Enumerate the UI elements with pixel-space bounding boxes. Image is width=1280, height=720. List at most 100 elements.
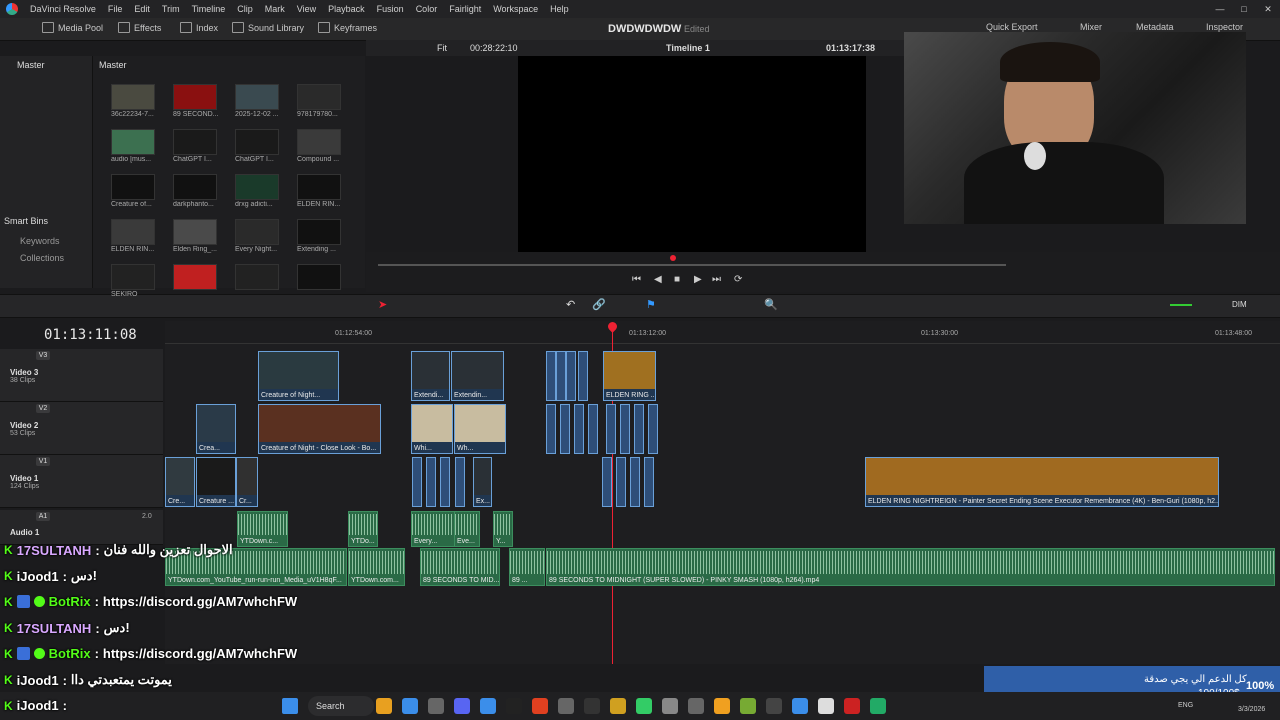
taskbar-app-icon[interactable] bbox=[610, 698, 626, 714]
audio-clip[interactable]: Eve... bbox=[454, 511, 480, 547]
video-clip[interactable]: Crea... bbox=[196, 404, 236, 454]
menu-trim[interactable]: Trim bbox=[156, 4, 186, 14]
taskbar-app-icon[interactable] bbox=[402, 698, 418, 714]
video-clip[interactable]: Extendi... bbox=[411, 351, 450, 401]
zoom-fit-select[interactable]: Fit bbox=[437, 43, 447, 53]
video-clip[interactable] bbox=[578, 351, 588, 401]
taskbar-app-icon[interactable] bbox=[584, 698, 600, 714]
video-clip[interactable] bbox=[644, 457, 654, 507]
minimize-icon[interactable]: — bbox=[1208, 0, 1232, 18]
pool-clip-thumbnail[interactable] bbox=[111, 129, 155, 155]
taskbar-app-icon[interactable] bbox=[870, 698, 886, 714]
index-button[interactable]: Index bbox=[180, 22, 218, 33]
menu-file[interactable]: File bbox=[102, 4, 129, 14]
video-clip[interactable] bbox=[602, 457, 612, 507]
pool-clip-thumbnail[interactable] bbox=[297, 84, 341, 110]
menu-mark[interactable]: Mark bbox=[259, 4, 291, 14]
taskbar-app-icon[interactable] bbox=[714, 698, 730, 714]
flag-icon[interactable]: ⚑ bbox=[646, 298, 656, 311]
video-clip[interactable] bbox=[574, 404, 584, 454]
play-reverse-icon[interactable]: ◀ bbox=[654, 274, 662, 285]
track-header-v3[interactable]: V3 Video 3 38 Clips bbox=[0, 349, 163, 402]
scrub-playhead[interactable] bbox=[670, 255, 676, 261]
menu-clip[interactable]: Clip bbox=[231, 4, 259, 14]
taskbar-app-icon[interactable] bbox=[428, 698, 444, 714]
pool-clip-thumbnail[interactable] bbox=[235, 129, 279, 155]
link-icon[interactable]: 🔗 bbox=[592, 298, 606, 311]
mixer-button[interactable]: Mixer bbox=[1080, 22, 1102, 32]
video-clip[interactable] bbox=[634, 404, 644, 454]
menu-view[interactable]: View bbox=[291, 4, 322, 14]
taskbar-app-icon[interactable] bbox=[844, 698, 860, 714]
media-pool-button[interactable]: Media Pool bbox=[42, 22, 103, 33]
track-header-a1[interactable]: A1 Audio 1 2.0 bbox=[0, 510, 163, 545]
video-clip[interactable]: Creature of Night - Close Look - Bo... bbox=[258, 404, 381, 454]
audio-clip[interactable]: YTDown.com... bbox=[348, 548, 405, 586]
language-indicator[interactable]: ENG bbox=[1178, 702, 1193, 709]
audio-clip[interactable]: 89 ... bbox=[509, 548, 545, 586]
menu-color[interactable]: Color bbox=[410, 4, 444, 14]
menu-fusion[interactable]: Fusion bbox=[371, 4, 410, 14]
video-clip[interactable] bbox=[566, 351, 576, 401]
timeline-name-select[interactable]: Timeline 1 bbox=[666, 43, 710, 53]
taskbar-app-icon[interactable] bbox=[532, 698, 548, 714]
audio-clip[interactable]: Every... bbox=[411, 511, 455, 547]
taskbar-app-icon[interactable] bbox=[636, 698, 652, 714]
menu-help[interactable]: Help bbox=[544, 4, 575, 14]
pool-clip-thumbnail[interactable] bbox=[235, 219, 279, 245]
taskbar-app-icon[interactable] bbox=[818, 698, 834, 714]
pool-clip-thumbnail[interactable] bbox=[297, 174, 341, 200]
windows-start-icon[interactable] bbox=[282, 698, 298, 714]
video-clip[interactable] bbox=[546, 404, 556, 454]
video-clip[interactable] bbox=[620, 404, 630, 454]
video-clip[interactable]: Ex... bbox=[473, 457, 492, 507]
scrub-bar[interactable] bbox=[378, 264, 1006, 266]
stop-icon[interactable]: ■ bbox=[674, 274, 680, 285]
video-clip[interactable] bbox=[616, 457, 626, 507]
video-clip[interactable] bbox=[560, 404, 570, 454]
taskbar-app-icon[interactable] bbox=[740, 698, 756, 714]
loop-icon[interactable]: ⟳ bbox=[734, 274, 742, 285]
taskbar-app-icon[interactable] bbox=[792, 698, 808, 714]
audio-clip[interactable]: YTDo... bbox=[348, 511, 378, 547]
track-header-v2[interactable]: V2 Video 2 53 Clips bbox=[0, 402, 163, 455]
video-clip[interactable] bbox=[455, 457, 465, 507]
maximize-icon[interactable]: □ bbox=[1232, 0, 1256, 18]
menu-edit[interactable]: Edit bbox=[128, 4, 156, 14]
keywords-bin[interactable]: Keywords bbox=[20, 236, 60, 246]
video-clip[interactable] bbox=[556, 351, 566, 401]
video-clip[interactable] bbox=[412, 457, 422, 507]
video-clip[interactable] bbox=[546, 351, 556, 401]
taskbar-app-icon[interactable] bbox=[662, 698, 678, 714]
taskbar-app-icon[interactable] bbox=[506, 698, 522, 714]
pool-clip-thumbnail[interactable] bbox=[173, 129, 217, 155]
taskbar-app-icon[interactable] bbox=[454, 698, 470, 714]
pool-clip-thumbnail[interactable] bbox=[111, 219, 155, 245]
pool-clip-thumbnail[interactable] bbox=[297, 219, 341, 245]
menu-playback[interactable]: Playback bbox=[322, 4, 371, 14]
pool-clip-thumbnail[interactable] bbox=[111, 174, 155, 200]
video-clip[interactable]: Cr... bbox=[236, 457, 258, 507]
pool-clip-thumbnail[interactable] bbox=[173, 264, 217, 290]
video-clip[interactable] bbox=[606, 404, 616, 454]
track-header-v1[interactable]: V1 Video 1 124 Clips bbox=[0, 455, 163, 508]
pool-clip-thumbnail[interactable] bbox=[297, 129, 341, 155]
skip-end-icon[interactable]: ⏭ bbox=[712, 274, 721, 285]
play-icon[interactable]: ▶ bbox=[694, 274, 702, 285]
audio-clip[interactable]: 89 SECONDS TO MIDNIGHT (SUPER SLOWED) - … bbox=[546, 548, 1275, 586]
audio-clip[interactable]: Y... bbox=[493, 511, 513, 547]
pool-clip-thumbnail[interactable] bbox=[111, 84, 155, 110]
collections-bin[interactable]: Collections bbox=[20, 253, 64, 263]
video-clip[interactable]: Creature of Night... bbox=[258, 351, 339, 401]
pool-clip-thumbnail[interactable] bbox=[235, 264, 279, 290]
timeline-ruler[interactable]: 01:12:54:00 01:13:12:00 01:13:30:00 01:1… bbox=[165, 321, 1280, 344]
audio-clip[interactable]: YTDown.c... bbox=[237, 511, 288, 547]
sound-library-button[interactable]: Sound Library bbox=[232, 22, 304, 33]
menu-workspace[interactable]: Workspace bbox=[487, 4, 544, 14]
effects-button[interactable]: Effects bbox=[118, 22, 161, 33]
pool-clip-thumbnail[interactable] bbox=[235, 174, 279, 200]
taskbar-app-icon[interactable] bbox=[558, 698, 574, 714]
video-clip[interactable] bbox=[426, 457, 436, 507]
quick-export-button[interactable]: Quick Export bbox=[986, 22, 1038, 32]
video-viewer[interactable] bbox=[518, 56, 866, 252]
